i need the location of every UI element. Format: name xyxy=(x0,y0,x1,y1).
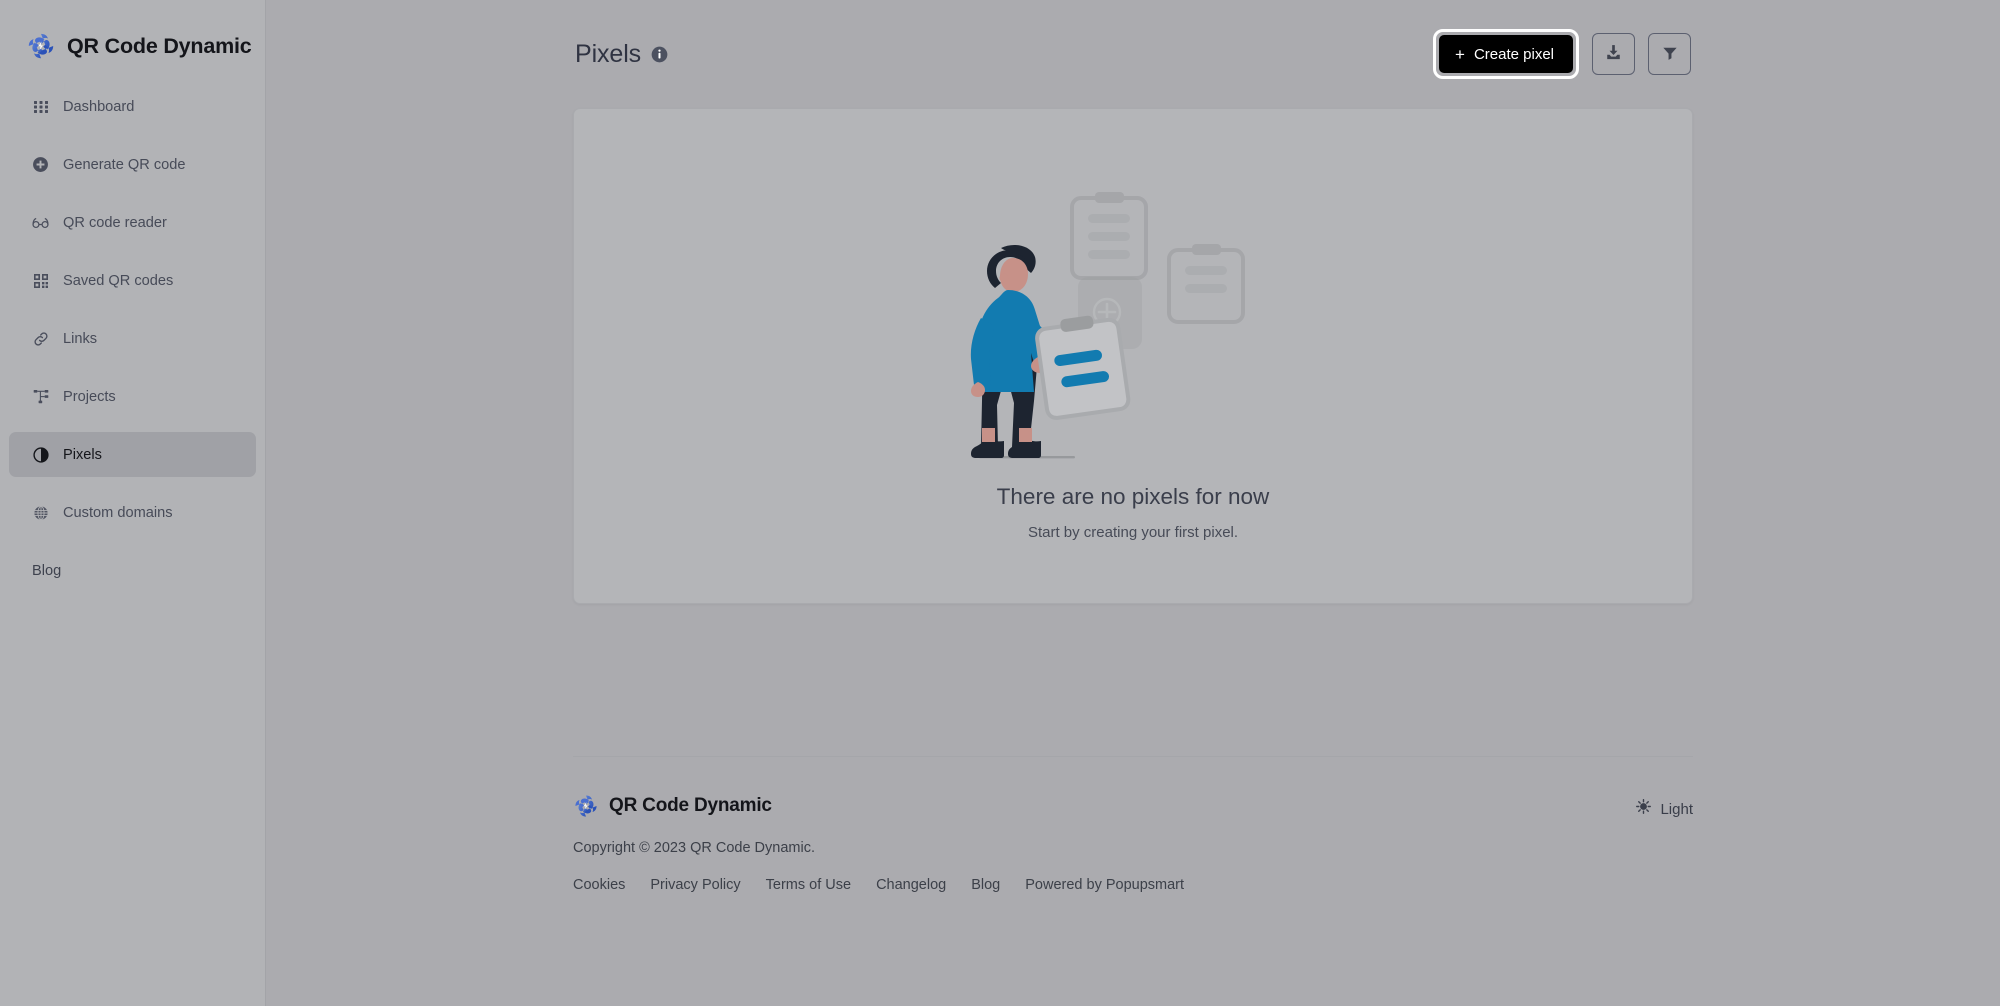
sidebar-item-label: Dashboard xyxy=(63,98,135,115)
theme-label: Light xyxy=(1660,800,1693,818)
sidebar-item-label: Generate QR code xyxy=(63,156,186,173)
copyright-text: Copyright © 2023 QR Code Dynamic. xyxy=(573,840,815,856)
create-pixel-label: Create pixel xyxy=(1473,45,1554,63)
footer-link-privacy-policy[interactable]: Privacy Policy xyxy=(650,877,740,893)
contrast-icon xyxy=(32,446,49,463)
globe-icon xyxy=(32,504,49,521)
qr-squares-icon xyxy=(32,272,49,289)
sidebar-item-qr-code-reader[interactable]: QR code reader xyxy=(9,200,256,245)
theme-toggle[interactable]: Light xyxy=(1636,799,1693,819)
plus-circle-icon xyxy=(32,156,49,173)
footer-links: Cookies Privacy Policy Terms of Use Chan… xyxy=(573,877,1693,893)
sidebar-item-generate-qr-code[interactable]: Generate QR code xyxy=(9,142,256,187)
main-content: Pixels + Create pixel There are no pixel… xyxy=(266,0,2000,1006)
footer: QR Code Dynamic Light Copyright © 2023 Q… xyxy=(573,756,1693,893)
sidebar-item-saved-qr-codes[interactable]: Saved QR codes xyxy=(9,258,256,303)
page-title: Pixels xyxy=(575,39,642,68)
filter-button[interactable] xyxy=(1648,33,1691,75)
sidebar-item-projects[interactable]: Projects xyxy=(9,374,256,419)
info-icon[interactable] xyxy=(651,46,668,63)
sidebar-item-label: Blog xyxy=(32,562,62,579)
sidebar-item-label: Pixels xyxy=(63,446,102,463)
qr-code-dynamic-logo xyxy=(573,793,599,819)
sidebar-item-label: Links xyxy=(63,330,98,347)
sun-icon xyxy=(1636,799,1652,819)
qr-code-dynamic-logo xyxy=(26,31,56,61)
sidebar-item-label: Saved QR codes xyxy=(63,272,174,289)
create-pixel-button[interactable]: + Create pixel xyxy=(1439,35,1573,73)
sidebar-item-dashboard[interactable]: Dashboard xyxy=(9,84,256,129)
glasses-icon xyxy=(32,214,49,231)
sidebar-item-links[interactable]: Links xyxy=(9,316,256,361)
sidebar-item-pixels[interactable]: Pixels xyxy=(9,432,256,477)
sidebar-item-label: Custom domains xyxy=(63,504,173,521)
empty-state-subtitle: Start by creating your first pixel. xyxy=(1027,523,1239,541)
sidebar-item-blog[interactable]: Blog xyxy=(9,548,256,593)
person-with-clipboards-illustration xyxy=(957,172,1309,472)
header-actions: + Create pixel xyxy=(1433,29,1691,79)
footer-link-powered-by-popupsmart[interactable]: Powered by Popupsmart xyxy=(1025,877,1184,893)
create-pixel-focus-ring: + Create pixel xyxy=(1433,29,1579,79)
link-icon xyxy=(32,330,49,347)
sitemap-icon xyxy=(32,388,49,405)
footer-link-cookies[interactable]: Cookies xyxy=(573,877,625,893)
sidebar-item-custom-domains[interactable]: Custom domains xyxy=(9,490,256,535)
page-title-group: Pixels xyxy=(575,40,668,69)
download-icon xyxy=(1604,43,1623,65)
plus-icon: + xyxy=(1455,44,1465,64)
page-header: Pixels + Create pixel xyxy=(573,0,1693,108)
footer-brand-name: QR Code Dynamic xyxy=(609,795,772,816)
footer-link-terms-of-use[interactable]: Terms of Use xyxy=(766,877,851,893)
grid-icon xyxy=(32,98,49,115)
brand-name: QR Code Dynamic xyxy=(67,33,252,58)
sidebar-item-label: Projects xyxy=(63,388,116,405)
footer-link-changelog[interactable]: Changelog xyxy=(876,877,946,893)
content-container: Pixels + Create pixel There are no pixel… xyxy=(573,0,1693,893)
footer-link-blog[interactable]: Blog xyxy=(971,877,1000,893)
empty-state-title: There are no pixels for now xyxy=(996,483,1270,509)
sidebar: QR Code Dynamic Dashboard Generate QR co… xyxy=(0,0,266,1006)
brand[interactable]: QR Code Dynamic xyxy=(0,0,265,72)
pixels-empty-card: There are no pixels for now Start by cre… xyxy=(573,108,1693,604)
filter-icon xyxy=(1661,44,1679,65)
app-root: QR Code Dynamic Dashboard Generate QR co… xyxy=(0,0,2000,1006)
footer-top-row: QR Code Dynamic Light xyxy=(573,793,1693,819)
footer-brand[interactable]: QR Code Dynamic xyxy=(573,793,772,819)
download-button[interactable] xyxy=(1592,33,1635,75)
sidebar-nav: Dashboard Generate QR code QR code reade… xyxy=(0,84,265,593)
sidebar-item-label: QR code reader xyxy=(63,214,167,231)
